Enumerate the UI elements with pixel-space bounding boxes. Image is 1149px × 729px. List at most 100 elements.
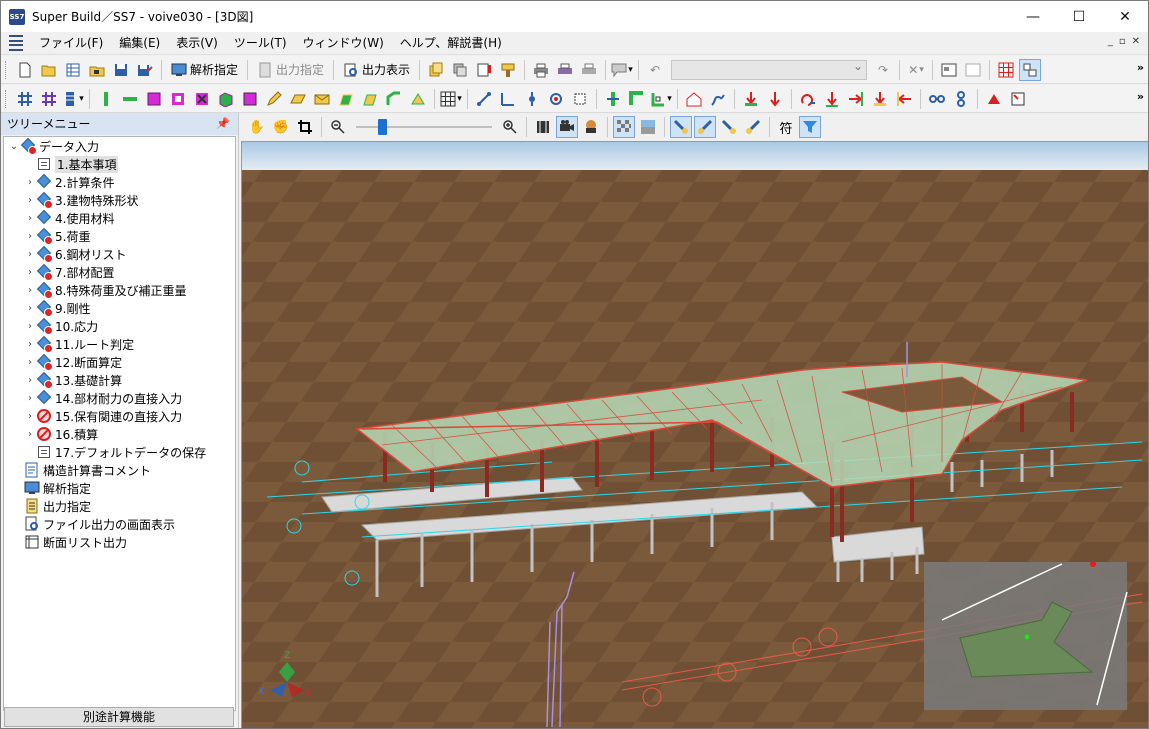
table-file-icon[interactable] bbox=[62, 59, 84, 81]
expand-chevron-icon[interactable]: › bbox=[24, 429, 36, 440]
maximize-button[interactable]: ☐ bbox=[1056, 1, 1102, 32]
menu-window[interactable]: ウィンドウ(W) bbox=[295, 32, 392, 55]
wall-tool-icon[interactable] bbox=[143, 88, 165, 110]
area-load-icon[interactable] bbox=[869, 88, 891, 110]
slab-tool-icon[interactable] bbox=[167, 88, 189, 110]
crop-icon[interactable] bbox=[294, 116, 316, 138]
toolbar-grip[interactable] bbox=[5, 60, 9, 79]
print-icon[interactable] bbox=[530, 59, 552, 81]
tree-item-route[interactable]: › 11.ルート判定 bbox=[4, 335, 235, 353]
new-file-icon[interactable] bbox=[14, 59, 36, 81]
zoom-out-icon[interactable] bbox=[327, 116, 349, 138]
red-triangle-icon[interactable] bbox=[983, 88, 1005, 110]
box-tool-icon[interactable] bbox=[215, 88, 237, 110]
menu-edit[interactable]: 編集(E) bbox=[111, 32, 168, 55]
expand-chevron-icon[interactable]: › bbox=[24, 393, 36, 404]
collapse-chevron-icon[interactable]: ⌄ bbox=[8, 141, 20, 152]
window-layout-icon[interactable] bbox=[938, 59, 960, 81]
comment-dropdown-icon[interactable]: ▾ bbox=[611, 59, 633, 81]
warning-list-icon[interactable] bbox=[473, 59, 495, 81]
history-combo[interactable] bbox=[671, 59, 868, 80]
zoom-slider[interactable] bbox=[356, 118, 492, 136]
camera-icon[interactable] bbox=[556, 116, 578, 138]
expand-chevron-icon[interactable]: › bbox=[24, 321, 36, 332]
tree-item-member-layout[interactable]: › 7.部材配置 bbox=[4, 263, 235, 281]
support-icon[interactable] bbox=[602, 88, 624, 110]
zoom-slider-thumb[interactable] bbox=[378, 119, 387, 135]
tree-item-special-shape[interactable]: › 3.建物特殊形状 bbox=[4, 191, 235, 209]
redo-icon[interactable]: ↷ bbox=[872, 59, 894, 81]
tree-item-materials[interactable]: › 4.使用材料 bbox=[4, 209, 235, 227]
tree-item-special-loads[interactable]: › 8.特殊荷重及び補正重量 bbox=[4, 281, 235, 299]
table-check-icon[interactable] bbox=[1007, 88, 1029, 110]
undo-icon[interactable]: ↶ bbox=[644, 59, 666, 81]
tree-item-calc-comment[interactable]: 構造計算書コメント bbox=[4, 461, 235, 479]
move-node-icon[interactable] bbox=[521, 88, 543, 110]
expand-chevron-icon[interactable]: › bbox=[24, 375, 36, 386]
tree-item-retention[interactable]: › 15.保有関連の直接入力 bbox=[4, 407, 235, 425]
rotate-node-icon[interactable] bbox=[545, 88, 567, 110]
opening-tool-icon[interactable] bbox=[191, 88, 213, 110]
light-3-icon[interactable] bbox=[718, 116, 740, 138]
grid-node-icon[interactable] bbox=[38, 88, 60, 110]
toolbar2-overflow-icon[interactable]: » bbox=[1137, 90, 1144, 103]
save-icon[interactable] bbox=[110, 59, 132, 81]
expand-chevron-icon[interactable]: › bbox=[24, 411, 36, 422]
filter-icon[interactable] bbox=[799, 116, 821, 138]
sky-ground-icon[interactable] bbox=[637, 116, 659, 138]
tree-item-loads[interactable]: › 5.荷重 bbox=[4, 227, 235, 245]
floor-list-icon[interactable]: ▾ bbox=[62, 88, 84, 110]
pin-link-icon[interactable] bbox=[926, 88, 948, 110]
tree-item-calc-conditions[interactable]: › 2.計算条件 bbox=[4, 173, 235, 191]
expand-chevron-icon[interactable]: › bbox=[24, 195, 36, 206]
column-tool-icon[interactable] bbox=[95, 88, 117, 110]
toolbar2-grip[interactable] bbox=[5, 89, 9, 108]
mdi-minimize-button[interactable]: _ bbox=[1108, 36, 1113, 47]
save-as-icon[interactable] bbox=[134, 59, 156, 81]
open-folder-icon[interactable] bbox=[38, 59, 60, 81]
close-button[interactable]: ✕ bbox=[1102, 1, 1148, 32]
tree-view[interactable]: ⌄ データ入力 1.基本事項 › 2.計算条件 › 3.建物特殊形状 › 4.使… bbox=[3, 136, 236, 711]
mdi-restore-button[interactable]: ▫ bbox=[1119, 36, 1126, 47]
pencil-tool-icon[interactable] bbox=[263, 88, 285, 110]
rotate-hand-icon[interactable]: ✊ bbox=[270, 116, 292, 138]
tree-item-default-save[interactable]: 17.デフォルトデータの保存 bbox=[4, 443, 235, 461]
walk-camera-icon[interactable] bbox=[580, 116, 602, 138]
point-load-icon[interactable] bbox=[740, 88, 762, 110]
envelope-tool-icon[interactable] bbox=[311, 88, 333, 110]
expand-chevron-icon[interactable]: › bbox=[24, 249, 36, 260]
tree-item-foundation[interactable]: › 13.基礎計算 bbox=[4, 371, 235, 389]
grid-red-icon[interactable] bbox=[995, 59, 1017, 81]
output-settings-button[interactable]: 出力指定 bbox=[253, 59, 328, 81]
mesh-grid-icon[interactable]: ▾ bbox=[440, 88, 462, 110]
house-load-icon[interactable] bbox=[683, 88, 705, 110]
highlighter-icon[interactable] bbox=[497, 59, 519, 81]
light-2-icon[interactable] bbox=[694, 116, 716, 138]
menu-help[interactable]: ヘルプ、解説書(H) bbox=[392, 32, 510, 55]
vertical-link-icon[interactable] bbox=[950, 88, 972, 110]
tree-item-section-list[interactable]: 断面リスト出力 bbox=[4, 533, 235, 551]
expand-chevron-icon[interactable]: › bbox=[24, 285, 36, 296]
menu-view[interactable]: 表示(V) bbox=[168, 32, 226, 55]
light-1-icon[interactable] bbox=[670, 116, 692, 138]
tree-item-steel-list[interactable]: › 6.鋼材リスト bbox=[4, 245, 235, 263]
left-load-icon[interactable] bbox=[893, 88, 915, 110]
tree-item-member-strength[interactable]: › 14.部材耐力の直接入力 bbox=[4, 389, 235, 407]
expand-chevron-icon[interactable]: › bbox=[24, 303, 36, 314]
tree-item-stress[interactable]: › 10.応力 bbox=[4, 317, 235, 335]
wall2-tool-icon[interactable] bbox=[239, 88, 261, 110]
delete-icon[interactable]: ✕ ▾ bbox=[905, 59, 927, 81]
moment-load-icon[interactable] bbox=[797, 88, 819, 110]
side-load-icon[interactable] bbox=[845, 88, 867, 110]
haunch-tool-icon[interactable] bbox=[407, 88, 429, 110]
checker-texture-icon[interactable] bbox=[613, 116, 635, 138]
expand-chevron-icon[interactable]: › bbox=[24, 177, 36, 188]
print-settings-icon[interactable] bbox=[578, 59, 600, 81]
minimap[interactable] bbox=[924, 561, 1128, 710]
tree-item-data-input[interactable]: ⌄ データ入力 bbox=[4, 137, 235, 155]
hand-pan-icon[interactable]: ✋ bbox=[246, 116, 268, 138]
expand-chevron-icon[interactable]: › bbox=[24, 213, 36, 224]
spring-icon[interactable] bbox=[707, 88, 729, 110]
tree-item-analysis[interactable]: 解析指定 bbox=[4, 479, 235, 497]
separate-calc-button[interactable]: 別途計算機能 bbox=[4, 707, 234, 727]
